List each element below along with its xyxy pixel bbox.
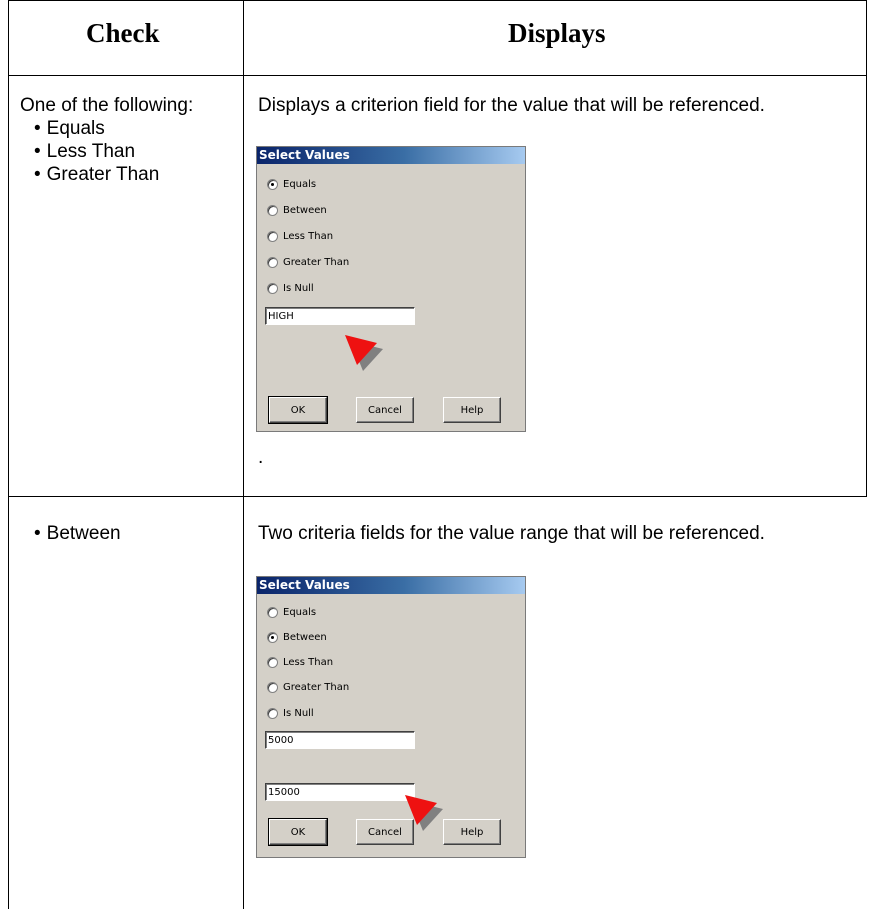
list-item: Between — [34, 522, 121, 545]
row2-description: Two criteria fields for the value range … — [258, 523, 765, 544]
radio-label: Between — [283, 204, 327, 216]
radio-icon — [267, 204, 278, 216]
list-item: Equals — [34, 117, 240, 140]
range-start-field[interactable]: 5000 — [265, 731, 415, 749]
radio-icon — [267, 606, 278, 618]
help-button[interactable]: Help — [443, 819, 501, 845]
radio-icon — [267, 230, 278, 242]
header-check: Check — [86, 18, 160, 48]
range-end-field[interactable]: 15000 — [265, 783, 415, 801]
table-border-left — [8, 0, 9, 909]
ok-button[interactable]: OK — [268, 396, 328, 424]
radio-selected-icon — [267, 178, 278, 190]
radio-icon — [267, 282, 278, 294]
radio-less-than[interactable]: Less Than — [267, 228, 333, 244]
dialog-title: Select Values — [257, 147, 525, 164]
radio-label: Less Than — [283, 656, 334, 668]
cancel-button[interactable]: Cancel — [356, 819, 414, 845]
radio-selected-icon — [267, 631, 278, 643]
radio-label: Is Null — [283, 707, 314, 719]
radio-less-than[interactable]: Less Than — [267, 654, 333, 670]
radio-icon — [267, 656, 278, 668]
radio-label: Less Than — [283, 230, 334, 242]
row2-check-cell: Between — [20, 522, 121, 545]
red-arrow-cursor-icon — [345, 335, 383, 371]
radio-greater-than[interactable]: Greater Than — [267, 679, 349, 695]
radio-equals[interactable]: Equals — [267, 604, 316, 620]
radio-icon — [267, 256, 278, 268]
cancel-button[interactable]: Cancel — [356, 397, 414, 423]
radio-label: Between — [283, 631, 327, 643]
row1-trailing-text: . — [258, 447, 264, 468]
select-values-dialog: Select Values Equals Between Less Than G… — [256, 146, 526, 432]
radio-equals[interactable]: Equals — [267, 176, 316, 192]
list-item: Less Than — [34, 140, 240, 163]
radio-label: Greater Than — [283, 256, 350, 268]
row1-check-list: Equals Less Than Greater Than — [20, 117, 240, 186]
row1-check-intro: One of the following: — [20, 95, 194, 116]
criterion-field[interactable]: HIGH — [265, 307, 415, 325]
row1-check-cell: One of the following: Equals Less Than G… — [20, 94, 240, 186]
radio-between[interactable]: Between — [267, 202, 327, 218]
select-values-dialog: Select Values Equals Between Less Than G… — [256, 576, 526, 858]
list-item: Greater Than — [34, 163, 240, 186]
radio-icon — [267, 681, 278, 693]
radio-between[interactable]: Between — [267, 629, 327, 645]
row-divider — [8, 496, 867, 497]
radio-icon — [267, 707, 278, 719]
radio-label: Is Null — [283, 282, 314, 294]
radio-label: Equals — [283, 178, 317, 190]
radio-label: Equals — [283, 606, 317, 618]
row1-description: Displays a criterion field for the value… — [258, 95, 765, 116]
radio-is-null[interactable]: Is Null — [267, 280, 314, 296]
table-divider-column — [243, 0, 244, 909]
radio-label: Greater Than — [283, 681, 350, 693]
radio-greater-than[interactable]: Greater Than — [267, 254, 349, 270]
table-border-top — [8, 0, 867, 1]
reference-table: Check Displays One of the following: Equ… — [0, 0, 874, 909]
row2-check-list: Between — [20, 522, 121, 545]
help-button[interactable]: Help — [443, 397, 501, 423]
dialog-title: Select Values — [257, 577, 525, 594]
radio-is-null[interactable]: Is Null — [267, 705, 314, 721]
ok-button[interactable]: OK — [268, 818, 328, 846]
header-row-divider — [8, 75, 867, 76]
header-displays: Displays — [508, 18, 606, 48]
